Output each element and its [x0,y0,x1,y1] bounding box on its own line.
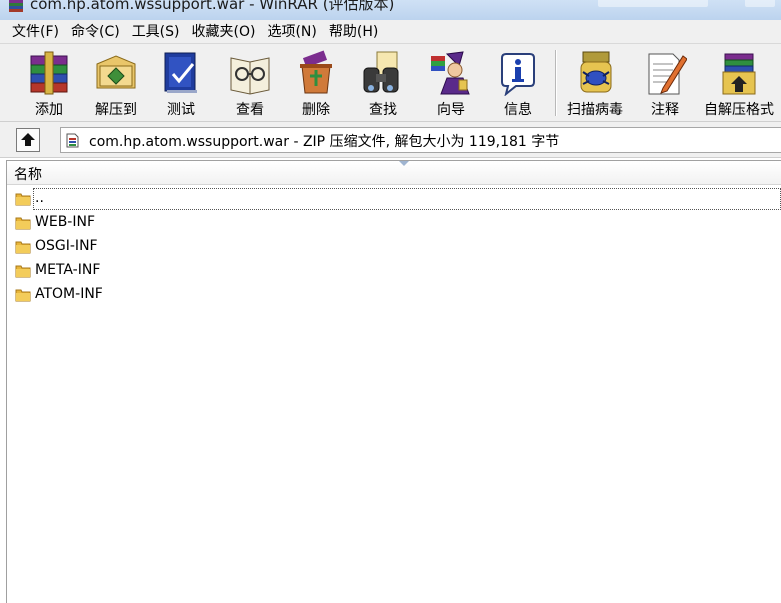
folder-icon [15,265,31,278]
archive-path-field[interactable]: com.hp.atom.wssupport.war - ZIP 压缩文件, 解包… [60,127,781,153]
archive-path-text: com.hp.atom.wssupport.war - ZIP 压缩文件, 解包… [89,134,560,150]
file-list: 名称 .. WEB-INF OSGI-INF META-INF ATOM-INF [6,160,781,603]
find-button[interactable]: 查找 [356,48,410,118]
menu-file[interactable]: 文件(F) [6,20,65,44]
zip-file-icon [66,133,79,148]
view-button[interactable]: 查看 [223,48,277,118]
info-button[interactable]: 信息 [492,48,544,118]
wizard-icon [431,51,470,95]
menu-bar: 文件(F) 命令(C) 工具(S) 收藏夹(O) 选项(N) 帮助(H) [0,20,781,44]
test-icon [164,52,197,93]
delete-icon [300,50,332,94]
test-button[interactable]: 测试 [156,48,206,118]
window-title: com.hp.atom.wssupport.war - WinRAR (评估版本… [30,0,395,13]
delete-label: 删除 [302,102,330,118]
info-label: 信息 [504,102,532,118]
comment-button[interactable]: 注释 [640,48,690,118]
virus-scan-button[interactable]: 扫描病毒 [563,48,627,118]
find-icon [363,51,399,93]
list-item-parent[interactable]: .. [7,187,781,211]
winrar-app-icon [9,0,23,12]
comment-label: 注释 [651,102,679,118]
virus-scan-icon [580,51,612,93]
toolbar: 添加 解压到 测试 查看 删除 查找 向导 信息 扫描病毒 注释 自解压格式 [0,44,781,122]
up-folder-button[interactable] [16,128,40,152]
view-icon [230,57,270,95]
extract-to-button[interactable]: 解压到 [88,48,144,118]
folder-icon [15,289,31,302]
toolbar-separator [555,50,557,116]
wizard-label: 向导 [437,102,465,118]
add-label: 添加 [35,102,63,118]
address-bar: com.hp.atom.wssupport.war - ZIP 压缩文件, 解包… [0,122,781,158]
comment-icon [648,53,687,95]
extract-to-icon [96,55,136,89]
folder-icon [15,217,31,230]
menu-favorites[interactable]: 收藏夹(O) [186,20,262,44]
menu-command[interactable]: 命令(C) [65,20,126,44]
list-item-name: ATOM-INF [35,286,103,302]
add-archive-icon [30,51,68,95]
column-name-label: 名称 [14,167,42,183]
delete-button[interactable]: 删除 [290,48,342,118]
list-item[interactable]: META-INF [7,259,781,283]
sfx-icon [722,53,756,95]
titlebar-blur [598,0,708,7]
find-label: 查找 [369,102,397,118]
list-item[interactable]: ATOM-INF [7,283,781,307]
info-icon [501,53,535,96]
list-item-name: META-INF [35,262,101,278]
up-arrow-icon [21,133,35,146]
list-item[interactable]: OSGI-INF [7,235,781,259]
extract-to-label: 解压到 [95,102,137,118]
menu-options[interactable]: 选项(N) [261,20,322,44]
list-item-name: OSGI-INF [35,238,98,254]
titlebar-blur-2 [745,0,775,7]
sfx-label: 自解压格式 [704,102,774,118]
title-bar: com.hp.atom.wssupport.war - WinRAR (评估版本… [0,0,781,20]
menu-help[interactable]: 帮助(H) [323,20,384,44]
sort-indicator-icon [399,161,409,166]
folder-icon [15,241,31,254]
list-item[interactable]: WEB-INF [7,211,781,235]
list-item-name: WEB-INF [35,214,95,230]
add-button[interactable]: 添加 [22,48,76,118]
wizard-button[interactable]: 向导 [423,48,479,118]
view-label: 查看 [236,102,264,118]
list-item-name: .. [35,190,44,206]
column-header-name[interactable]: 名称 [7,161,781,185]
virus-scan-label: 扫描病毒 [567,102,623,118]
folder-icon [15,193,31,206]
test-label: 测试 [167,102,195,118]
focus-rectangle [33,188,781,210]
sfx-button[interactable]: 自解压格式 [700,48,778,118]
menu-tools[interactable]: 工具(S) [126,20,186,44]
